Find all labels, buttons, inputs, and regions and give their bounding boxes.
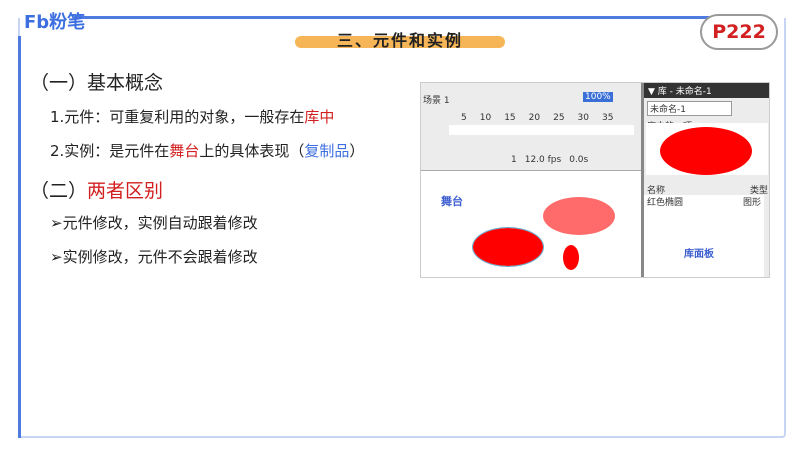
section-heading-1: （一）基本概念 [30, 72, 164, 94]
tick: 35 [602, 113, 614, 123]
frame-accent [18, 36, 21, 438]
current-frame: 1 [511, 155, 517, 165]
arrow-bullet-icon: ➢ [50, 248, 63, 266]
tick: 10 [479, 113, 492, 123]
library-list: 红色椭圆 图形 库面板 [644, 195, 764, 277]
slide-title: 三、元件和实例 [295, 26, 505, 50]
text: （二） [30, 180, 88, 202]
red-ellipse-instance[interactable] [472, 227, 544, 267]
zoom-field[interactable]: 100% [583, 92, 613, 102]
bullet-item: ➢元件修改，实例自动跟着修改 [50, 212, 258, 233]
logo: Fb粉笔 [24, 12, 86, 33]
section-heading-2: （二）两者区别 [30, 176, 163, 203]
text: 1.元件：可重复利用的对象，一般存在 [50, 108, 305, 126]
time: 0.0s [569, 155, 589, 165]
frame-ruler: 5 10 15 20 25 30 35 [461, 113, 613, 123]
tick: 15 [504, 113, 516, 123]
layer-frames[interactable] [449, 125, 634, 135]
preview-ellipse [660, 127, 752, 175]
bullet-item: ➢实例修改，元件不会跟着修改 [50, 246, 258, 267]
library-select[interactable]: 未命名-1 [647, 101, 732, 116]
library-panel: ▼ 库 - 未命名-1 未命名-1 库中的一项 名称类型 红色椭圆图形 库面板 [641, 83, 769, 277]
highlight: 库中 [304, 108, 335, 126]
scene-label: 场景 1 [423, 96, 450, 106]
arrow-bullet-icon: ➢ [50, 214, 63, 232]
text: 2.实例：是元件在 [50, 142, 170, 160]
text: 实例修改，元件不会跟着修改 [62, 248, 258, 266]
library-item[interactable]: 红色椭圆 图形 [644, 195, 764, 208]
highlight: 复制品 [304, 142, 350, 160]
page-badge: P222 [700, 14, 778, 50]
header-line [74, 16, 714, 19]
timeline-panel: 场景 1 100% 5 10 15 20 25 30 35 1 12.0 fps 0.0s [421, 83, 641, 171]
item-type: 图形 [742, 198, 761, 208]
timeline-status: 1 12.0 fps 0.0s [511, 155, 588, 165]
highlight: 两者区别 [87, 180, 164, 202]
tick: 5 [461, 113, 467, 123]
item-2: 2.实例：是元件在舞台上的具体表现（复制品） [50, 140, 364, 161]
preview-area [646, 123, 768, 175]
text: 元件修改，实例自动跟着修改 [62, 214, 258, 232]
highlight: 舞台 [169, 142, 200, 160]
item-1: 1.元件：可重复利用的对象，一般存在库中 [50, 106, 334, 127]
title-text: 三、元件和实例 [336, 31, 463, 50]
text: ） [349, 142, 365, 160]
library-title: ▼ 库 - 未命名-1 [644, 83, 769, 98]
fps: 12.0 fps [524, 155, 562, 165]
pink-ellipse-instance[interactable] [543, 197, 615, 235]
stage-label: 舞台 [441, 195, 463, 208]
tick: 25 [553, 113, 565, 123]
text: 上的具体表现（ [199, 142, 305, 160]
tick: 20 [528, 113, 541, 123]
library-callout: 库面板 [684, 249, 714, 260]
item-name: 红色椭圆 [647, 198, 684, 208]
small-ellipse-instance[interactable] [563, 245, 579, 270]
flash-screenshot: 场景 1 100% 5 10 15 20 25 30 35 1 12.0 fps 0.0s 舞台… [420, 82, 770, 278]
tick: 30 [577, 113, 589, 123]
